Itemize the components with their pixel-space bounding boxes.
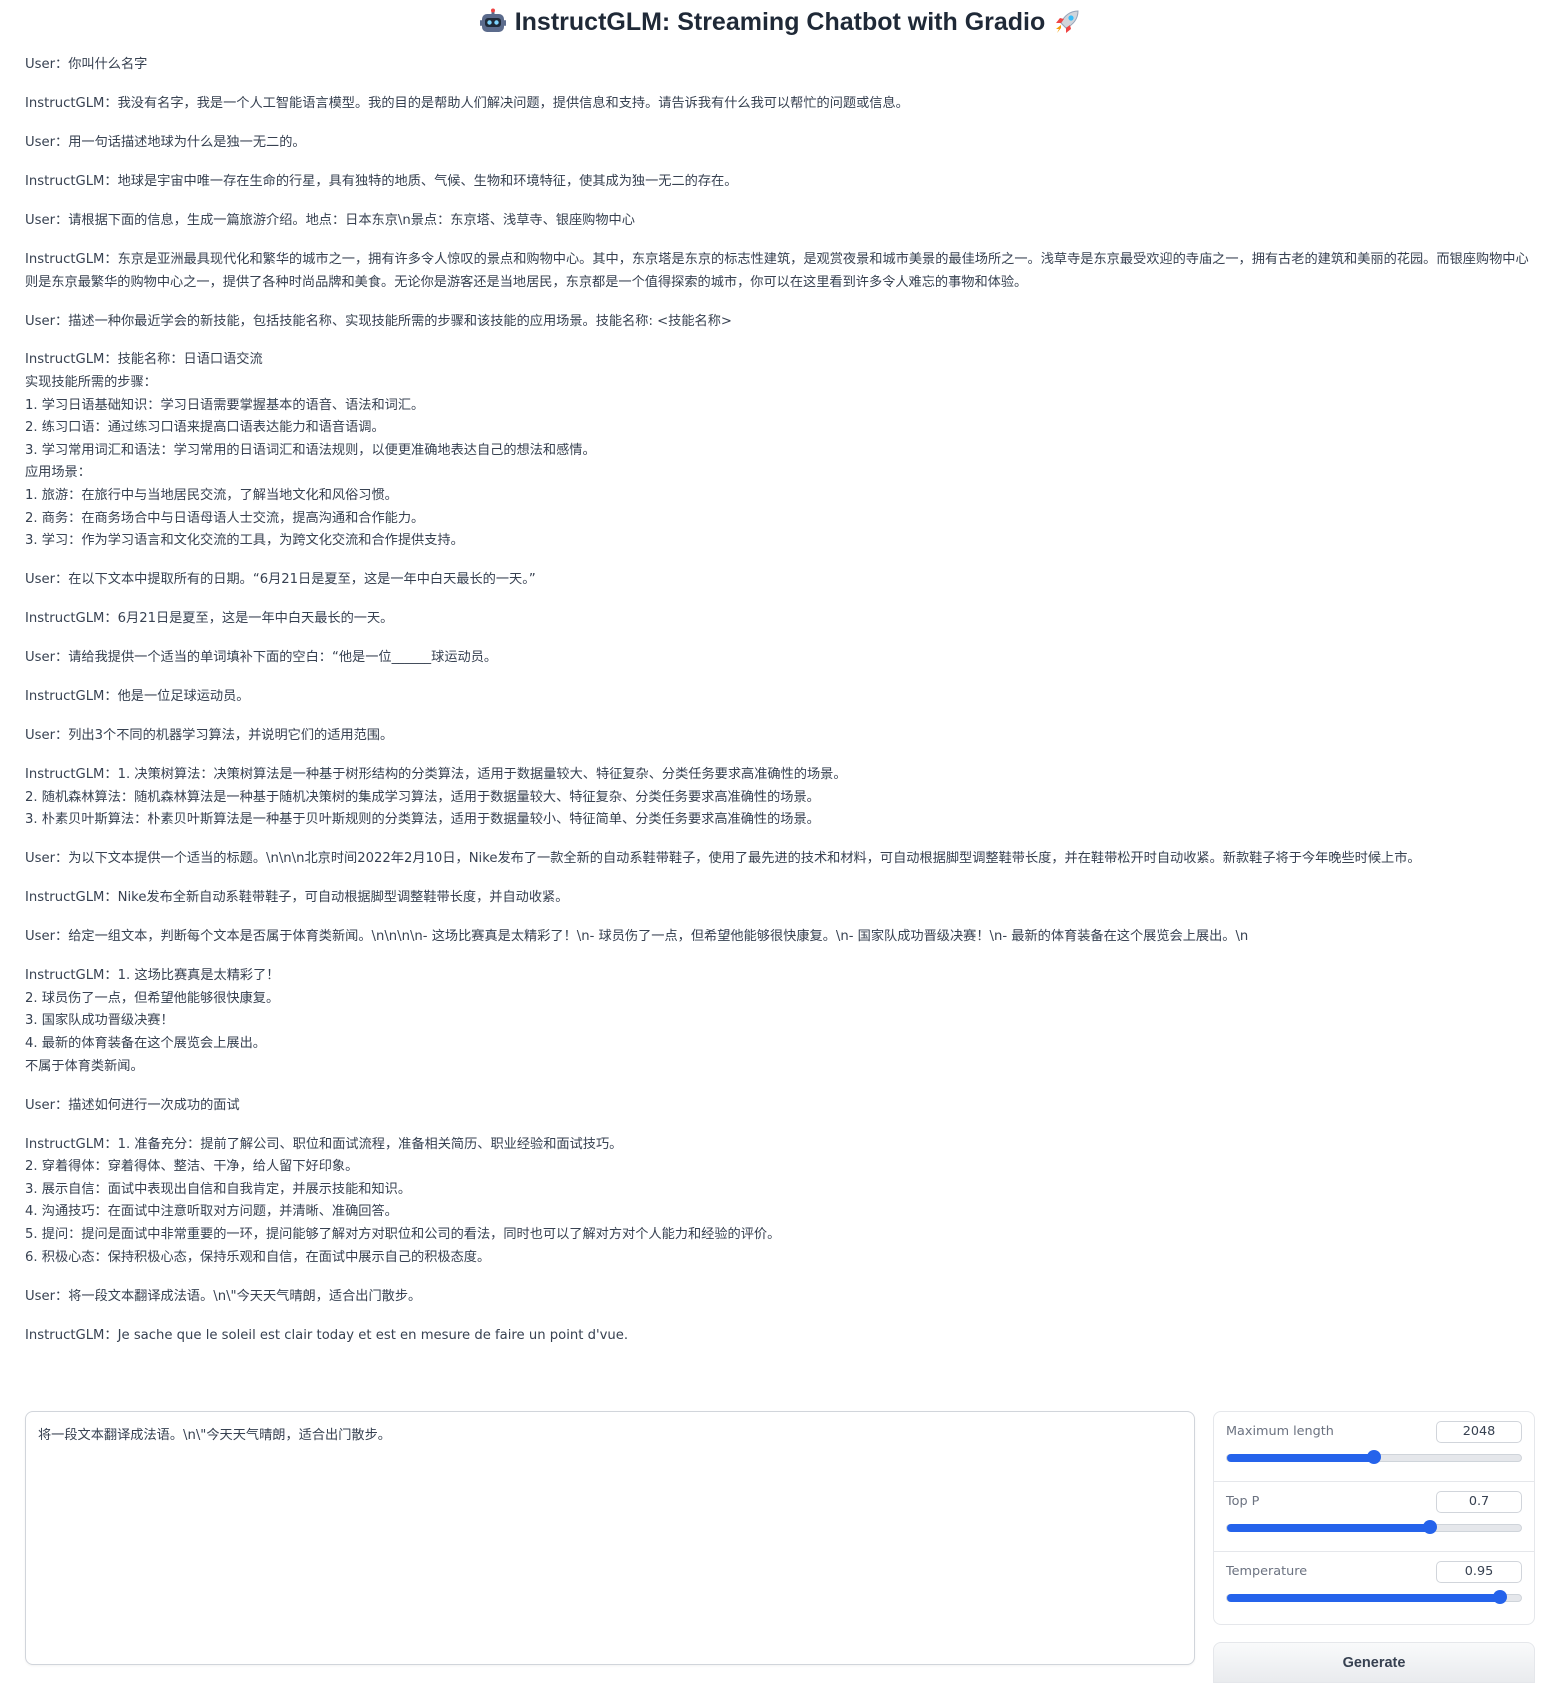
temperature-control: Temperature 0.95 [1214,1552,1534,1622]
bot-message: InstructGLM：Nike发布全新自动系鞋带鞋子，可自动根据脚型调整鞋带长… [25,890,569,906]
user-message: User：你叫什么名字 [25,57,148,72]
user-message: User：为以下文本提供一个适当的标题。\n\n\n北京时间2022年2月10日… [25,851,1421,867]
header: InstructGLM: Streaming Chatbot with Grad… [0,0,1560,44]
user-message: User：给定一组文本，判断每个文本是否属于体育类新闻。\n\n\n\n- 这场… [25,929,1249,945]
user-message: User：请给我提供一个适当的单词填补下面的空白：“他是一位______球运动员… [25,650,498,666]
rocket-icon [1056,10,1079,33]
bot-message: InstructGLM：我没有名字，我是一个人工智能语言模型。我的目的是帮助人们… [25,95,909,111]
robot-icon [479,8,506,32]
max-length-slider-fill [1227,1454,1374,1462]
top-p-value[interactable]: 0.7 [1436,1491,1522,1513]
page-title: InstructGLM: Streaming Chatbot with Grad… [514,7,1046,36]
user-message: User：用一句话描述地球为什么是独一无二的。 [25,134,306,150]
bot-message: InstructGLM：1. 准备充分：提前了解公司、职位和面试流程，准备相关简… [25,1136,781,1265]
temperature-slider[interactable] [1226,1590,1522,1604]
temperature-value[interactable]: 0.95 [1436,1561,1522,1583]
bot-message: InstructGLM：Je sache que le soleil est c… [25,1327,629,1343]
top-p-label: Top P [1226,1494,1260,1509]
user-message: User：列出3个不同的机器学习算法，并说明它们的适用范围。 [25,728,394,744]
message-input-box[interactable] [25,1411,1195,1665]
max-length-slider-thumb[interactable] [1367,1450,1381,1464]
top-p-slider-thumb[interactable] [1422,1520,1437,1534]
generate-button[interactable]: Generate [1213,1642,1535,1683]
temperature-slider-thumb[interactable] [1493,1590,1508,1604]
temperature-slider-fill [1227,1594,1501,1602]
user-message: User：请根据下面的信息，生成一篇旅游介绍。地点：日本东京\n景点：东京塔、浅… [25,212,635,228]
generation-settings: Maximum length 2048 Top P 0.7 Temperatur… [1213,1411,1535,1625]
bot-message: InstructGLM：技能名称：日语口语交流 实现技能所需的步骤： 1. 学习… [25,352,596,549]
user-message: User：描述如何进行一次成功的面试 [25,1097,240,1113]
user-message: User：描述一种你最近学会的新技能，包括技能名称、实现技能所需的步骤和该技能的… [25,313,732,329]
bot-message: InstructGLM：他是一位足球运动员。 [25,689,250,705]
chat-transcript: User：你叫什么名字 InstructGLM：我没有名字，我是一个人工智能语言模… [25,54,1535,1364]
bot-message: InstructGLM：东京是亚洲最具现代化和繁华的城市之一，拥有许多令人惊叹的… [25,251,1529,290]
message-input[interactable] [26,1412,1194,1664]
bot-message: InstructGLM：6月21日是夏至，这是一年中白天最长的一天。 [25,611,394,627]
max-length-value[interactable]: 2048 [1436,1421,1522,1443]
bot-message: InstructGLM：1. 决策树算法：决策树算法是一种基于树形结构的分类算法… [25,767,847,828]
max-length-label: Maximum length [1226,1424,1334,1439]
bot-message: InstructGLM：地球是宇宙中唯一存在生命的行星，具有独特的地质、气候、生… [25,173,738,189]
max-length-control: Maximum length 2048 [1214,1412,1534,1482]
max-length-slider[interactable] [1226,1450,1522,1464]
temperature-label: Temperature [1226,1564,1308,1579]
bot-message: InstructGLM：1. 这场比赛真是太精彩了！ 2. 球员伤了一点，但希望… [25,968,280,1074]
top-p-slider[interactable] [1226,1520,1522,1534]
top-p-control: Top P 0.7 [1214,1482,1534,1552]
user-message: User：在以下文本中提取所有的日期。“6月21日是夏至，这是一年中白天最长的一… [25,572,536,588]
user-message: User：将一段文本翻译成法语。\n\"今天天气晴朗，适合出门散步。 [25,1288,422,1304]
top-p-slider-fill [1227,1524,1430,1532]
